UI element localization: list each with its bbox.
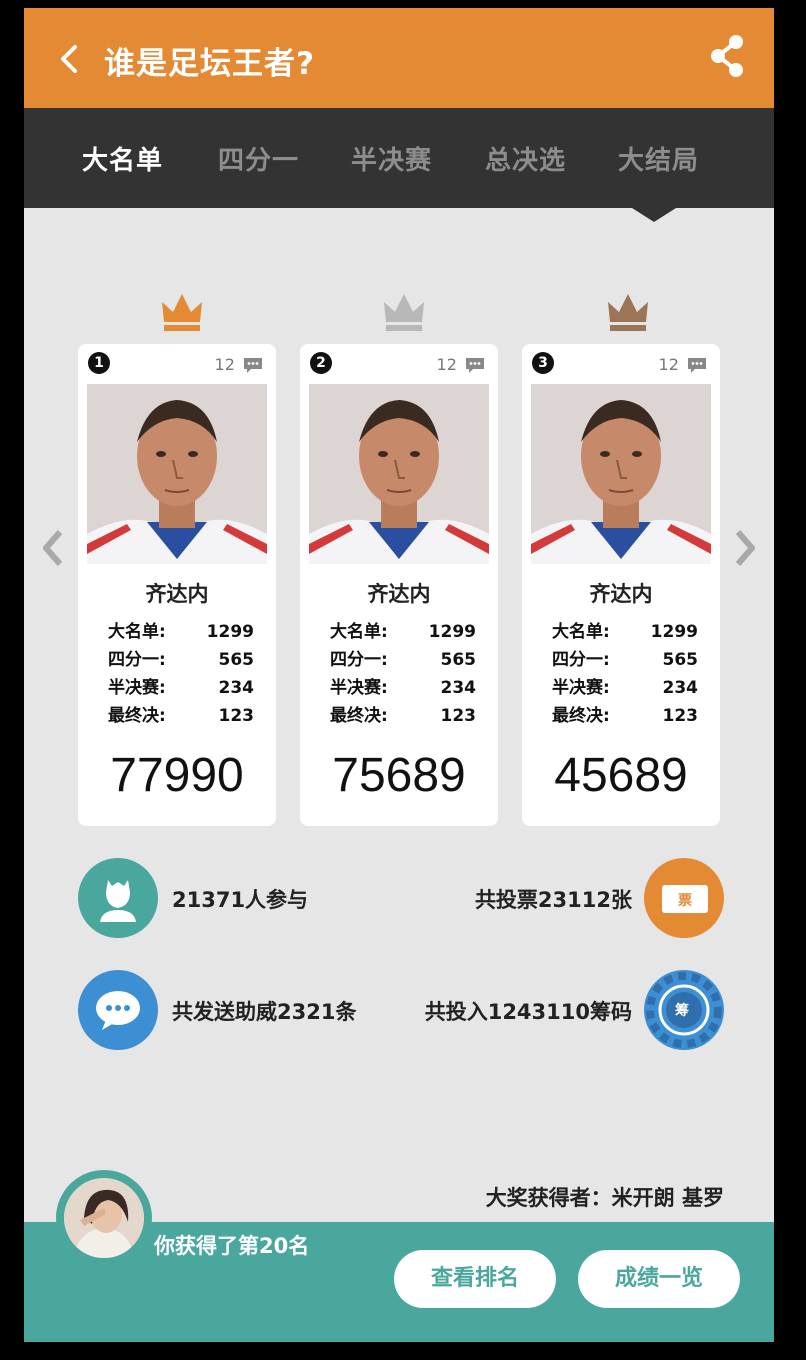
stat-row: 大名单: 1299 <box>108 618 254 646</box>
total-score: 45689 <box>554 749 688 802</box>
stat-row: 大名单: 1299 <box>552 618 698 646</box>
next-arrow-icon[interactable] <box>730 528 760 568</box>
silver-crown-icon <box>384 294 424 331</box>
stat-value: 1299 <box>428 622 476 642</box>
comment-bubble-icon <box>688 357 706 373</box>
share-icon[interactable] <box>708 32 748 80</box>
comment-count-value: 12 <box>214 355 235 374</box>
stat-value: 123 <box>218 706 255 726</box>
stat-value: 234 <box>440 678 477 698</box>
stat-label: 大名单: <box>108 622 166 642</box>
page-title: 谁是足坛王者? <box>104 46 315 82</box>
player-photo <box>87 384 267 564</box>
view-ranking-button[interactable]: 查看排名 <box>394 1250 556 1308</box>
player-photo <box>309 384 489 564</box>
stat-value: 123 <box>662 706 699 726</box>
comment-count-value: 12 <box>658 355 679 374</box>
stat-row: 最终决: 123 <box>552 702 698 730</box>
rank-badge: 3 <box>532 352 554 374</box>
tab-roster[interactable]: 大名单 <box>82 140 163 177</box>
participants-icon-circle <box>78 858 158 938</box>
player-card[interactable]: 3 12 齐达内 大名单: 1299 四分一: 565 半决赛: 234 最终决… <box>522 344 720 826</box>
stat-value: 123 <box>440 706 477 726</box>
vote-stats: 大名单: 1299 四分一: 565 半决赛: 234 最终决: 123 <box>330 618 476 730</box>
rank-badge: 2 <box>310 352 332 374</box>
comment-count[interactable]: 12 <box>437 354 486 374</box>
stat-value: 234 <box>662 678 699 698</box>
bronze-crown-icon <box>608 294 648 331</box>
player-name: 齐达内 <box>367 582 431 606</box>
stat-row: 四分一: 565 <box>330 646 476 674</box>
player-card[interactable]: 2 12 齐达内 大名单: 1299 四分一: 565 半决赛: 234 最终决… <box>300 344 498 826</box>
stat-label: 最终决: <box>552 706 610 726</box>
stat-value: 1299 <box>650 622 698 642</box>
stat-value: 565 <box>440 650 477 670</box>
ticket-icon: 票 <box>662 885 708 913</box>
stat-row: 半决赛: 234 <box>552 674 698 702</box>
tab-quarterfinal[interactable]: 四分一 <box>218 140 299 177</box>
stat-value: 234 <box>218 678 255 698</box>
stat-row: 最终决: 123 <box>330 702 476 730</box>
stat-value: 565 <box>662 650 699 670</box>
prev-arrow-icon[interactable] <box>38 528 68 568</box>
stat-label: 大名单: <box>552 622 610 642</box>
player-photo <box>531 384 711 564</box>
votes-total: 共投票23112张 <box>474 888 632 912</box>
stat-row: 半决赛: 234 <box>108 674 254 702</box>
comment-count-value: 12 <box>436 355 457 374</box>
stat-label: 半决赛: <box>552 678 610 698</box>
stage-tabs: 大名单 四分一 半决赛 总决选 大结局 <box>24 108 774 208</box>
stat-label: 四分一: <box>552 650 610 670</box>
person-icon <box>100 880 136 922</box>
stat-value: 565 <box>218 650 255 670</box>
total-score: 75689 <box>332 749 466 802</box>
active-tab-indicator <box>632 208 676 222</box>
ticket-icon-circle: 票 <box>644 858 724 938</box>
tab-finale[interactable]: 大结局 <box>618 140 699 177</box>
stat-label: 大名单: <box>330 622 388 642</box>
cheers-count: 共发送助威2321条 <box>172 1000 357 1024</box>
comment-count[interactable]: 12 <box>659 354 708 374</box>
stat-row: 大名单: 1299 <box>330 618 476 646</box>
stat-row: 四分一: 565 <box>108 646 254 674</box>
rank-badge: 1 <box>88 352 110 374</box>
app-screen: 谁是足坛王者? 大名单 四分一 半决赛 总决选 大结局 1 12 齐达内 大名单… <box>24 8 774 1342</box>
my-rank-message: 你获得了第20名 <box>154 1234 310 1258</box>
comment-count[interactable]: 12 <box>215 354 264 374</box>
stat-row: 半决赛: 234 <box>330 674 476 702</box>
chat-bubble-icon <box>96 991 140 1030</box>
total-score: 77990 <box>110 749 244 802</box>
chip-icon-text: 筹 <box>675 1002 689 1019</box>
chip-icon-circle: 筹 <box>644 970 724 1050</box>
avatar[interactable] <box>64 1178 144 1258</box>
poker-chip-icon: 筹 <box>646 972 722 1048</box>
grand-prize-winner: 大奖获得者：米开朗 基罗 <box>485 1186 724 1210</box>
ticket-icon-text: 票 <box>678 893 692 909</box>
vote-stats: 大名单: 1299 四分一: 565 半决赛: 234 最终决: 123 <box>108 618 254 730</box>
stat-label: 最终决: <box>108 706 166 726</box>
comment-bubble-icon <box>244 357 262 373</box>
player-name: 齐达内 <box>589 582 653 606</box>
participants-count: 21371人参与 <box>172 888 309 912</box>
stat-label: 最终决: <box>330 706 388 726</box>
vote-stats: 大名单: 1299 四分一: 565 半决赛: 234 最终决: 123 <box>552 618 698 730</box>
gold-crown-icon <box>162 294 202 331</box>
stat-label: 半决赛: <box>108 678 166 698</box>
player-card[interactable]: 1 12 齐达内 大名单: 1299 四分一: 565 半决赛: 234 最终决… <box>78 344 276 826</box>
stat-label: 四分一: <box>330 650 388 670</box>
player-name: 齐达内 <box>145 582 209 606</box>
cheers-icon-circle <box>78 970 158 1050</box>
header-bar: 谁是足坛王者? <box>24 8 774 108</box>
results-overview-button[interactable]: 成绩一览 <box>578 1250 740 1308</box>
stat-row: 最终决: 123 <box>108 702 254 730</box>
back-icon[interactable] <box>58 44 80 74</box>
comment-bubble-icon <box>466 357 484 373</box>
tab-semifinal[interactable]: 半决赛 <box>351 140 432 177</box>
chips-total: 共投入1243110筹码 <box>424 1000 632 1024</box>
stat-label: 半决赛: <box>330 678 388 698</box>
stat-row: 四分一: 565 <box>552 646 698 674</box>
stat-value: 1299 <box>206 622 254 642</box>
tab-final-selection[interactable]: 总决选 <box>485 140 566 177</box>
stat-label: 四分一: <box>108 650 166 670</box>
